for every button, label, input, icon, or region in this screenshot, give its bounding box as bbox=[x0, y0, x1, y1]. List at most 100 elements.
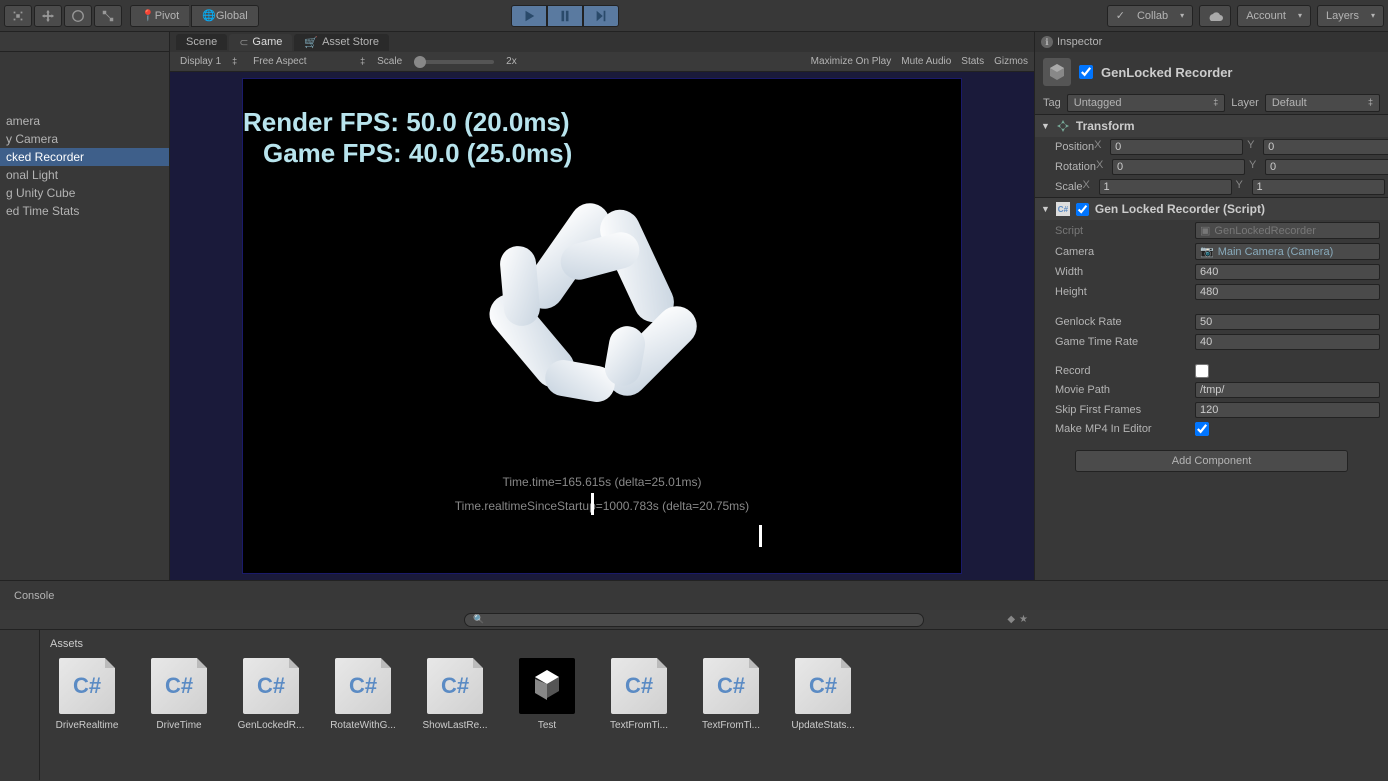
csharp-script-icon: C# bbox=[59, 658, 115, 714]
record-checkbox[interactable] bbox=[1195, 364, 1209, 378]
step-button[interactable] bbox=[583, 5, 619, 27]
global-toggle[interactable]: 🌐 Global bbox=[191, 5, 259, 27]
cloud-button[interactable] bbox=[1199, 5, 1231, 27]
realtime: Time.realtimeSinceStartup=1000.783s (del… bbox=[243, 499, 961, 513]
display-dropdown[interactable]: Display 1 bbox=[176, 56, 241, 67]
asset-label: DriveTime bbox=[142, 720, 216, 731]
object-name[interactable]: GenLocked Recorder bbox=[1101, 65, 1233, 80]
unity-scene-icon bbox=[519, 658, 575, 714]
move-tool[interactable] bbox=[34, 5, 62, 27]
rotation-x[interactable] bbox=[1112, 159, 1245, 175]
scale-x[interactable] bbox=[1099, 179, 1232, 195]
layer-label: Layer bbox=[1231, 97, 1259, 109]
scale-value: 2x bbox=[506, 56, 517, 67]
rotation-label: Rotation bbox=[1055, 161, 1096, 173]
asset-label: TextFromTi... bbox=[694, 720, 768, 731]
maximize-toggle[interactable]: Maximize On Play bbox=[811, 56, 892, 67]
asset-label: Test bbox=[510, 720, 584, 731]
tag-label: Tag bbox=[1043, 97, 1061, 109]
asset-label: UpdateStats... bbox=[786, 720, 860, 731]
script-enabled[interactable] bbox=[1076, 203, 1089, 216]
add-component-button[interactable]: Add Component bbox=[1075, 450, 1348, 472]
account-dropdown[interactable]: Account bbox=[1237, 5, 1311, 27]
script-component: ▼ C# Gen Locked Recorder (Script) Script… bbox=[1035, 197, 1388, 438]
transform-icon bbox=[1056, 119, 1070, 133]
asset-item[interactable]: C#TextFromTi... bbox=[694, 658, 768, 731]
asset-label: GenLockedR... bbox=[234, 720, 308, 731]
game-frame: Render FPS: 50.0 (20.0ms) Game FPS: 40.0… bbox=[242, 78, 962, 574]
scale-slider[interactable] bbox=[414, 60, 494, 64]
position-label: Position bbox=[1055, 141, 1094, 153]
hierarchy-item[interactable]: y Camera bbox=[0, 130, 169, 148]
pivot-toggle[interactable]: 📍 Pivot bbox=[130, 5, 189, 27]
game-view: Render FPS: 50.0 (20.0ms) Game FPS: 40.0… bbox=[170, 72, 1034, 580]
aspect-dropdown[interactable]: Free Aspect bbox=[249, 56, 369, 67]
tab-game[interactable]: ⊂ Game bbox=[229, 34, 292, 51]
position-y[interactable] bbox=[1263, 139, 1388, 155]
asset-item[interactable]: Test bbox=[510, 658, 584, 731]
rotation-y[interactable] bbox=[1265, 159, 1388, 175]
asset-item[interactable]: C# UpdateStats... bbox=[786, 658, 860, 731]
hierarchy-item[interactable]: cked Recorder bbox=[0, 148, 169, 166]
asset-item[interactable]: C# RotateWithG... bbox=[326, 658, 400, 731]
scale-label: Scale bbox=[1055, 181, 1083, 193]
mp4-checkbox[interactable] bbox=[1195, 422, 1209, 436]
genlock-field[interactable] bbox=[1195, 314, 1380, 330]
time-overlay: Time.time=165.615s (delta=25.01ms) Time.… bbox=[243, 465, 961, 523]
rotate-tool[interactable] bbox=[64, 5, 92, 27]
camera-field[interactable]: 📷 Main Camera (Camera) bbox=[1195, 243, 1380, 260]
project-search[interactable] bbox=[464, 613, 924, 627]
hand-tool[interactable] bbox=[4, 5, 32, 27]
game-toolbar: Display 1 Free Aspect Scale 2x Maximize … bbox=[170, 52, 1034, 72]
render-fps: Render FPS: 50.0 (20.0ms) bbox=[243, 107, 572, 138]
gametime-field[interactable] bbox=[1195, 334, 1380, 350]
width-field[interactable] bbox=[1195, 264, 1380, 280]
asset-item[interactable]: C#TextFromTi... bbox=[602, 658, 676, 731]
tab-asset-store[interactable]: 🛒 Asset Store bbox=[294, 34, 389, 51]
center-panel: Scene ⊂ Game 🛒 Asset Store Display 1 Fre… bbox=[170, 32, 1034, 580]
object-header: GenLocked Recorder bbox=[1035, 52, 1388, 92]
tab-scene[interactable]: Scene bbox=[176, 34, 227, 50]
pivot-group: 📍 Pivot 🌐 Global bbox=[130, 5, 259, 27]
unity-cube-icon bbox=[452, 156, 752, 456]
asset-label: RotateWithG... bbox=[326, 720, 400, 731]
layers-dropdown[interactable]: Layers bbox=[1317, 5, 1384, 27]
skip-field[interactable] bbox=[1195, 402, 1380, 418]
collab-dropdown[interactable]: ✓ Collab bbox=[1107, 5, 1193, 27]
csharp-script-icon: C# bbox=[335, 658, 391, 714]
hierarchy-item[interactable]: onal Light bbox=[0, 166, 169, 184]
filter-icon[interactable]: ◆ bbox=[1007, 614, 1015, 625]
active-checkbox[interactable] bbox=[1079, 65, 1093, 79]
script-field[interactable]: ▣ GenLockedRecorder bbox=[1195, 222, 1380, 239]
scale-y[interactable] bbox=[1252, 179, 1385, 195]
height-field[interactable] bbox=[1195, 284, 1380, 300]
transform-header[interactable]: ▼ Transform bbox=[1035, 115, 1388, 137]
layer-dropdown[interactable]: Default bbox=[1265, 94, 1380, 112]
script-header[interactable]: ▼ C# Gen Locked Recorder (Script) bbox=[1035, 198, 1388, 220]
hierarchy-item[interactable]: amera bbox=[0, 112, 169, 130]
asset-item[interactable]: C#DriveRealtime bbox=[50, 658, 124, 731]
asset-item[interactable]: C#ShowLastRe... bbox=[418, 658, 492, 731]
asset-label: ShowLastRe... bbox=[418, 720, 492, 731]
assets-header: Assets bbox=[50, 636, 1378, 658]
favorite-icon[interactable]: ★ bbox=[1019, 614, 1028, 625]
asset-item[interactable]: C# GenLockedR... bbox=[234, 658, 308, 731]
csharp-script-icon: C# bbox=[243, 658, 299, 714]
play-button[interactable] bbox=[511, 5, 547, 27]
gameobject-icon bbox=[1043, 58, 1071, 86]
stats-toggle[interactable]: Stats bbox=[961, 56, 984, 67]
position-x[interactable] bbox=[1110, 139, 1243, 155]
gizmos-toggle[interactable]: Gizmos bbox=[994, 56, 1028, 67]
marker-1 bbox=[591, 493, 594, 515]
hierarchy-item[interactable]: ed Time Stats bbox=[0, 202, 169, 220]
scale-tool[interactable] bbox=[94, 5, 122, 27]
inspector-tab[interactable]: Inspector bbox=[1035, 32, 1388, 52]
mute-toggle[interactable]: Mute Audio bbox=[901, 56, 951, 67]
moviepath-field[interactable] bbox=[1195, 382, 1380, 398]
tag-dropdown[interactable]: Untagged bbox=[1067, 94, 1226, 112]
pause-button[interactable] bbox=[547, 5, 583, 27]
asset-item[interactable]: C#DriveTime bbox=[142, 658, 216, 731]
console-tab[interactable]: Console bbox=[6, 588, 62, 604]
hierarchy-item[interactable]: g Unity Cube bbox=[0, 184, 169, 202]
csharp-script-icon: C# bbox=[795, 658, 851, 714]
